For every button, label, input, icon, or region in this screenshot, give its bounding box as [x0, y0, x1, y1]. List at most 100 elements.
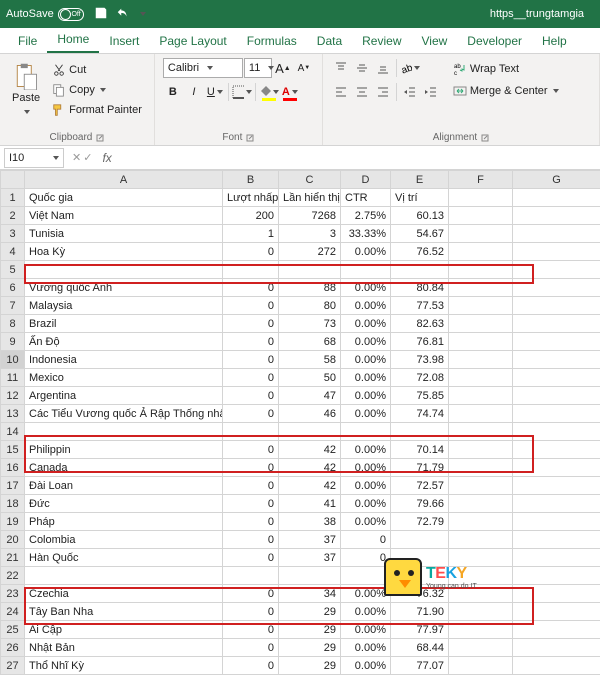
cell[interactable]: [513, 369, 600, 387]
decrease-indent-button[interactable]: [400, 82, 420, 102]
cell[interactable]: 0.00%: [341, 441, 391, 459]
cell[interactable]: 0: [223, 387, 279, 405]
cell[interactable]: Hàn Quốc: [25, 549, 223, 567]
cell[interactable]: 1: [223, 225, 279, 243]
align-center-button[interactable]: [352, 82, 372, 102]
cell[interactable]: [391, 549, 449, 567]
cell[interactable]: [223, 567, 279, 585]
row-header[interactable]: 18: [1, 495, 25, 513]
cell[interactable]: 88: [279, 279, 341, 297]
cell[interactable]: 0: [223, 279, 279, 297]
cell[interactable]: 0.00%: [341, 585, 391, 603]
row-header[interactable]: 2: [1, 207, 25, 225]
cell[interactable]: [391, 423, 449, 441]
col-header-B[interactable]: B: [223, 171, 279, 189]
font-size-select[interactable]: 11: [244, 58, 272, 78]
cell[interactable]: [449, 207, 513, 225]
cell[interactable]: [513, 261, 600, 279]
cell[interactable]: [449, 441, 513, 459]
cell[interactable]: 0: [223, 513, 279, 531]
row-header[interactable]: 23: [1, 585, 25, 603]
cell[interactable]: 0: [223, 441, 279, 459]
cell[interactable]: [223, 423, 279, 441]
cell[interactable]: [449, 477, 513, 495]
tab-page-layout[interactable]: Page Layout: [149, 29, 236, 53]
cell[interactable]: 0: [223, 495, 279, 513]
cell[interactable]: 76.32: [391, 585, 449, 603]
cell[interactable]: [449, 657, 513, 675]
select-all-corner[interactable]: [1, 171, 25, 189]
tab-home[interactable]: Home: [47, 27, 99, 53]
col-header-E[interactable]: E: [391, 171, 449, 189]
cell[interactable]: Malaysia: [25, 297, 223, 315]
cell[interactable]: 0: [223, 603, 279, 621]
align-bottom-button[interactable]: [373, 58, 393, 78]
cell[interactable]: [513, 405, 600, 423]
cell[interactable]: [513, 297, 600, 315]
cell[interactable]: [449, 567, 513, 585]
format-painter-button[interactable]: Format Painter: [48, 101, 146, 119]
cell[interactable]: [513, 621, 600, 639]
cell[interactable]: [449, 225, 513, 243]
cell[interactable]: Argentina: [25, 387, 223, 405]
cell[interactable]: [391, 531, 449, 549]
cell[interactable]: [513, 189, 600, 207]
cell[interactable]: 42: [279, 477, 341, 495]
row-header[interactable]: 3: [1, 225, 25, 243]
col-header-A[interactable]: A: [25, 171, 223, 189]
cell[interactable]: [513, 387, 600, 405]
cell[interactable]: 37: [279, 531, 341, 549]
cell[interactable]: [279, 261, 341, 279]
cell[interactable]: Nhật Bản: [25, 639, 223, 657]
cell[interactable]: Các Tiểu Vương quốc Ả Rập Thống nhất: [25, 405, 223, 423]
cell[interactable]: Ai Cập: [25, 621, 223, 639]
underline-button[interactable]: U: [205, 82, 225, 102]
cell[interactable]: 34: [279, 585, 341, 603]
cell[interactable]: 42: [279, 441, 341, 459]
cell[interactable]: 72.57: [391, 477, 449, 495]
cell[interactable]: [513, 243, 600, 261]
cell[interactable]: 38: [279, 513, 341, 531]
formula-input[interactable]: [118, 148, 600, 168]
cell[interactable]: 0: [341, 531, 391, 549]
cell[interactable]: [513, 495, 600, 513]
cell[interactable]: 0: [223, 585, 279, 603]
cell[interactable]: 70.14: [391, 441, 449, 459]
wrap-text-button[interactable]: abc Wrap Text: [449, 60, 563, 78]
cell[interactable]: 2.75%: [341, 207, 391, 225]
row-header[interactable]: 4: [1, 243, 25, 261]
cell[interactable]: 73: [279, 315, 341, 333]
cell[interactable]: 0: [223, 351, 279, 369]
cell[interactable]: Tunisia: [25, 225, 223, 243]
cell[interactable]: 0.00%: [341, 513, 391, 531]
cell[interactable]: [513, 225, 600, 243]
italic-button[interactable]: I: [184, 82, 204, 102]
cell[interactable]: [341, 423, 391, 441]
tab-insert[interactable]: Insert: [99, 29, 149, 53]
cell[interactable]: 0.00%: [341, 405, 391, 423]
cell[interactable]: [25, 423, 223, 441]
cell[interactable]: [449, 189, 513, 207]
cell[interactable]: 272: [279, 243, 341, 261]
fill-color-button[interactable]: [259, 82, 279, 102]
cancel-icon[interactable]: ✕: [72, 151, 81, 164]
row-header[interactable]: 6: [1, 279, 25, 297]
cell[interactable]: [279, 567, 341, 585]
font-color-button[interactable]: A: [280, 82, 300, 102]
cell[interactable]: Đức: [25, 495, 223, 513]
cell[interactable]: 77.53: [391, 297, 449, 315]
cell[interactable]: 76.52: [391, 243, 449, 261]
save-icon[interactable]: [94, 6, 108, 23]
cell[interactable]: Canada: [25, 459, 223, 477]
cell[interactable]: [449, 297, 513, 315]
name-box[interactable]: I10: [4, 148, 64, 168]
cell[interactable]: Lượt nhấp: [223, 189, 279, 207]
cell[interactable]: [341, 261, 391, 279]
cell[interactable]: Brazil: [25, 315, 223, 333]
cell[interactable]: Pháp: [25, 513, 223, 531]
cell[interactable]: 0.00%: [341, 495, 391, 513]
cell[interactable]: [513, 459, 600, 477]
cell[interactable]: [449, 639, 513, 657]
cell[interactable]: [513, 207, 600, 225]
cell[interactable]: Hoa Kỳ: [25, 243, 223, 261]
